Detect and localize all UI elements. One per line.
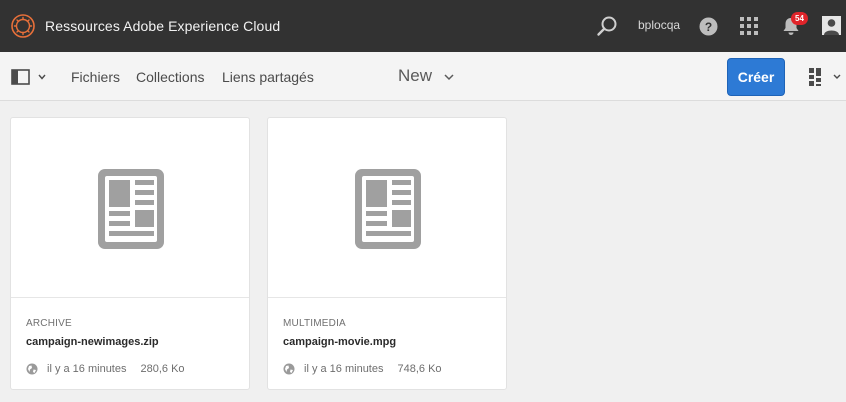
asset-size: 748,6 Ko xyxy=(397,363,442,375)
view-switcher-icon[interactable] xyxy=(808,67,844,87)
globe-icon xyxy=(26,363,38,375)
nav-files-link[interactable]: Fichiers xyxy=(71,69,120,85)
nav-shared-links-link[interactable]: Liens partagés xyxy=(222,69,314,85)
help-icon[interactable]: ? xyxy=(699,17,718,36)
svg-text:?: ? xyxy=(705,20,712,34)
asset-thumbnail[interactable] xyxy=(11,118,249,298)
asset-name[interactable]: campaign-newimages.zip xyxy=(26,336,159,348)
asset-modified: il y a 16 minutes xyxy=(47,363,127,375)
asset-size: 280,6 Ko xyxy=(140,363,185,375)
chevron-down-icon xyxy=(444,74,454,81)
new-menu-label: New xyxy=(398,66,433,85)
adobe-experience-cloud-logo-icon[interactable] xyxy=(11,14,35,38)
search-icon[interactable] xyxy=(596,15,618,37)
asset-card[interactable]: ARCHIVE campaign-newimages.zip il y a 16… xyxy=(10,117,250,390)
rail-toggle-icon[interactable] xyxy=(11,69,49,85)
asset-card[interactable]: MULTIMEDIA campaign-movie.mpg il y a 16 … xyxy=(267,117,507,390)
asset-modified: il y a 16 minutes xyxy=(304,363,384,375)
notification-count-badge: 54 xyxy=(791,12,808,25)
asset-type: MULTIMEDIA xyxy=(283,318,346,329)
apps-grid-icon[interactable] xyxy=(740,17,758,35)
asset-type: ARCHIVE xyxy=(26,318,72,329)
asset-meta: il y a 16 minutes 280,6 Ko xyxy=(26,363,185,375)
asset-thumbnail[interactable] xyxy=(268,118,506,298)
asset-meta: il y a 16 minutes 748,6 Ko xyxy=(283,363,442,375)
globe-icon xyxy=(283,363,295,375)
action-bar: Fichiers Collections Liens partagés New … xyxy=(0,52,846,101)
create-button[interactable]: Créer xyxy=(727,58,785,96)
shell-header: Ressources Adobe Experience Cloud bplocq… xyxy=(0,0,846,52)
new-menu-dropdown[interactable]: New xyxy=(398,66,454,88)
document-placeholder-icon xyxy=(355,169,421,249)
document-placeholder-icon xyxy=(98,169,164,249)
asset-name[interactable]: campaign-movie.mpg xyxy=(283,336,396,348)
app-title[interactable]: Ressources Adobe Experience Cloud xyxy=(45,18,280,34)
user-avatar-icon[interactable] xyxy=(822,16,841,35)
nav-collections-link[interactable]: Collections xyxy=(136,69,204,85)
user-name[interactable]: bplocqa xyxy=(638,18,680,32)
